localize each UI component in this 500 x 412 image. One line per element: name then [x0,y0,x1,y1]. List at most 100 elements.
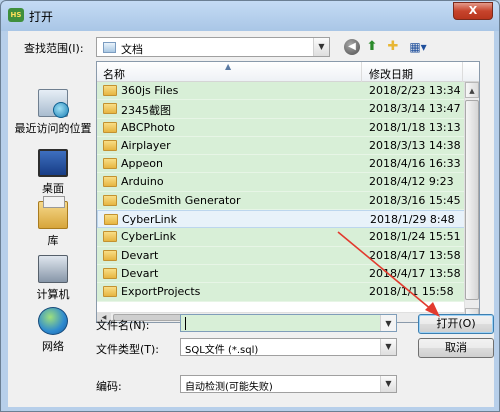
column-date-label: 修改日期 [369,68,413,81]
list-item[interactable]: ABCPhoto 2018/1/18 13:13 [97,118,465,137]
file-name: Airplayer [121,138,171,152]
file-date: 2018/2/23 13:34 [369,84,461,97]
documents-folder-icon [103,42,116,53]
file-date: 2018/4/16 16:33 [369,157,461,171]
recent-places-icon [38,89,69,118]
column-header: 名称 ▲ 修改日期 [97,62,479,82]
file-list[interactable]: 名称 ▲ 修改日期 360js Files 2018/2/23 13:34 234… [96,61,480,323]
list-item[interactable]: CodeSmith Generator 2018/3/16 15:45 [97,191,465,211]
vertical-scrollbar[interactable]: ▲ ▼ [464,82,479,322]
folder-icon [103,194,117,206]
folder-icon [104,214,118,226]
filetype-dropdown[interactable]: SQL文件 (*.sql) ▼ [180,338,397,356]
folder-icon [103,103,117,115]
libraries-icon [38,196,68,229]
title-bar[interactable]: HS 打开 X [1,1,499,31]
list-item[interactable]: Devart 2018/4/17 13:58 [97,246,465,265]
filetype-value: SQL文件 (*.sql) [185,345,259,356]
chevron-down-icon[interactable]: ▼ [380,376,396,392]
place-libraries[interactable]: 库 [10,196,96,248]
folder-icon [103,85,117,96]
sort-ascending-icon: ▲ [225,62,232,71]
file-name: 2345截图 [121,104,171,118]
list-item[interactable]: CyberLink 2018/1/24 15:51 [97,228,465,247]
list-item-selected[interactable]: CyberLink 2018/1/29 8:48 [97,210,465,229]
file-name: ExportProjects [121,285,201,299]
chevron-down-icon[interactable]: ▼ [313,38,329,56]
new-folder-icon[interactable]: ✚ [384,38,402,56]
folder-icon [103,176,117,188]
list-item[interactable]: Arduino 2018/4/12 9:23 [97,173,465,192]
list-item[interactable]: ExportProjects 2018/1/1 15:58 [97,283,465,302]
place-computer[interactable]: 计算机 [10,255,96,302]
place-label: 最近访问的位置 [14,122,92,135]
file-date: 2018/4/17 13:58 [369,266,461,280]
up-folder-icon[interactable]: ⬆ [364,38,380,56]
place-label: 网络 [42,340,64,353]
open-file-dialog: HS 打开 X 查找范围(I): 文档 ▼ ◀ ⬆ ✚ ▦▾ 最近访问的位置 桌… [0,0,500,412]
folder-icon [103,139,117,151]
folder-icon [103,121,117,133]
network-icon [38,307,68,335]
file-date: 2018/3/14 13:47 [369,102,461,116]
look-in-label: 查找范围(I): [24,42,84,55]
file-name: CodeSmith Generator [121,193,241,207]
file-name: CyberLink [122,213,177,227]
place-recent[interactable]: 最近访问的位置 [10,89,96,136]
scroll-up-icon[interactable]: ▲ [465,82,479,98]
list-item[interactable]: Airplayer 2018/3/13 14:38 [97,136,465,156]
chevron-down-icon[interactable]: ▼ [380,315,396,331]
file-date: 2018/1/24 15:51 [369,230,461,244]
file-name: Devart [121,248,159,262]
filetype-label: 文件类型(T): [96,343,160,356]
file-name: 360js Files [121,84,179,97]
open-button[interactable]: 打开(O) [418,314,494,334]
app-logo-icon: HS [8,8,24,22]
place-label: 库 [47,234,59,247]
file-date: 2018/4/17 13:58 [369,248,461,262]
cancel-button[interactable]: 取消 [418,338,494,358]
folder-icon [103,158,117,170]
file-name: Arduino [121,175,164,189]
file-name: Devart [121,266,159,280]
folder-icon [103,231,117,243]
folder-icon [103,286,117,298]
folder-icon [103,267,117,279]
place-label: 桌面 [42,182,64,195]
look-in-dropdown[interactable]: 文档 ▼ [96,37,330,57]
view-menu-icon[interactable]: ▦▾ [406,38,430,56]
file-date: 2018/3/13 14:38 [369,138,461,152]
column-name-label: 名称 [103,68,125,81]
file-date: 2018/4/12 9:23 [369,175,454,189]
filename-label: 文件名(N): [96,319,150,332]
list-item[interactable]: 2345截图 2018/3/14 13:47 [97,100,465,119]
file-rows: 360js Files 2018/2/23 13:34 2345截图 2018/3/… [97,82,465,314]
list-item[interactable]: Devart 2018/4/17 13:58 [97,264,465,284]
place-label: 计算机 [36,288,70,301]
dialog-body: 查找范围(I): 文档 ▼ ◀ ⬆ ✚ ▦▾ 最近访问的位置 桌面 库 计算机 … [8,31,494,407]
desktop-icon [38,149,68,177]
chevron-down-icon[interactable]: ▼ [380,339,396,355]
close-button[interactable]: X [453,2,493,20]
place-desktop[interactable]: 桌面 [10,145,96,196]
scroll-thumb[interactable] [465,100,479,300]
look-in-value: 文档 [121,43,143,56]
file-date: 2018/1/29 8:48 [370,213,455,227]
encoding-dropdown[interactable]: 自动检测(可能失败) ▼ [180,375,397,393]
window-title: 打开 [29,10,54,24]
back-icon[interactable]: ◀ [344,39,360,55]
file-date: 2018/3/16 15:45 [369,193,461,207]
filename-field[interactable]: ▼ [180,314,397,332]
column-name-header[interactable]: 名称 ▲ [97,62,362,82]
file-name: Appeon [121,157,163,171]
list-item[interactable]: Appeon 2018/4/16 16:33 [97,155,465,174]
folder-icon [103,249,117,261]
list-item[interactable]: 360js Files 2018/2/23 13:34 [97,82,465,101]
file-name: ABCPhoto [121,120,175,134]
filename-input[interactable] [185,316,375,330]
place-network[interactable]: 网络 [10,307,96,354]
computer-icon [38,255,68,283]
column-date-header[interactable]: 修改日期 [363,62,463,82]
places-bar: 最近访问的位置 桌面 库 计算机 网络 [10,61,96,353]
file-date: 2018/1/18 13:13 [369,120,461,134]
